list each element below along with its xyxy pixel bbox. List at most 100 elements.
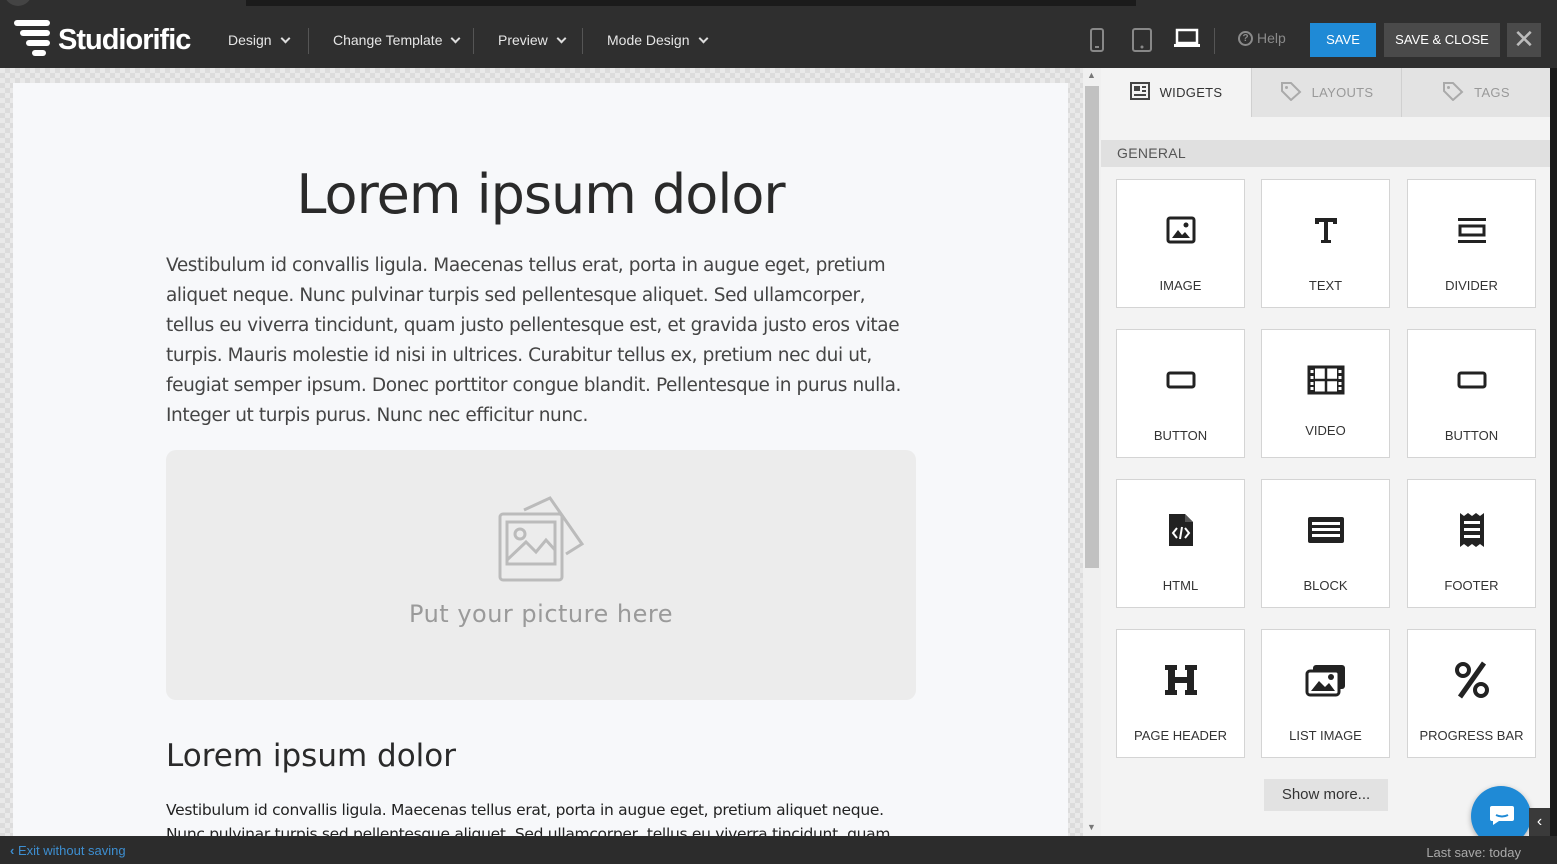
save-button[interactable]: SAVE: [1310, 23, 1376, 57]
widget-html[interactable]: HTML: [1116, 479, 1245, 608]
menu-mode-design-label: Mode Design: [607, 32, 690, 48]
widget-video[interactable]: VIDEO: [1261, 329, 1390, 458]
tab-tags[interactable]: TAGS: [1401, 68, 1550, 117]
window-corner: [4, 0, 32, 6]
help-link[interactable]: ? Help: [1238, 30, 1286, 46]
widget-block-label: BLOCK: [1303, 578, 1348, 593]
widget-divider[interactable]: DIVIDER: [1407, 179, 1536, 308]
widget-divider-label: DIVIDER: [1445, 278, 1498, 293]
images-icon: [1262, 658, 1389, 702]
chevron-down-icon: [451, 33, 461, 43]
exit-label: Exit without saving: [17, 843, 126, 858]
last-save-status: Last save: today: [1426, 845, 1521, 860]
chevron-down-icon: [698, 33, 708, 43]
menu-design[interactable]: Design: [228, 22, 291, 58]
group-heading-general: GENERAL: [1101, 140, 1550, 167]
tag-icon: [1442, 81, 1464, 104]
tab-layouts-label: LAYOUTS: [1311, 85, 1374, 100]
chevron-left-icon: ‹: [10, 843, 15, 858]
tab-widgets[interactable]: WIDGETS: [1101, 68, 1251, 117]
widget-button[interactable]: BUTTON: [1116, 329, 1245, 458]
close-icon: ✕: [1513, 24, 1535, 54]
logo[interactable]: Studiorific: [12, 18, 191, 62]
widget-image[interactable]: IMAGE: [1116, 179, 1245, 308]
divider-icon: [1408, 210, 1535, 250]
widget-text-label: TEXT: [1308, 278, 1343, 293]
status-bar: ‹ Exit without saving Last save: today: [0, 836, 1557, 864]
picture-placeholder[interactable]: Put your picture here: [166, 450, 916, 700]
scrollbar-thumb[interactable]: [1085, 86, 1099, 568]
chevron-left-icon: ‹: [1536, 813, 1543, 830]
menu-change-template-label: Change Template: [333, 32, 443, 48]
widget-button-label: BUTTON: [1153, 428, 1208, 443]
widget-block[interactable]: BLOCK: [1261, 479, 1390, 608]
show-more-button[interactable]: Show more...: [1264, 779, 1388, 811]
page-heading[interactable]: Lorem ipsum dolor: [13, 163, 1068, 226]
tag-icon: [1280, 81, 1302, 104]
help-label: Help: [1257, 30, 1286, 46]
collapse-panel-button[interactable]: ‹: [1529, 808, 1550, 836]
picture-icon: [498, 496, 585, 582]
widget-image-label: IMAGE: [1159, 278, 1202, 293]
heading-icon: [1117, 658, 1244, 702]
widget-progress-bar[interactable]: PROGRESS BAR: [1407, 629, 1536, 758]
percent-icon: [1408, 658, 1535, 702]
receipt-icon: [1408, 508, 1535, 552]
exit-without-saving-link[interactable]: ‹ Exit without saving: [10, 843, 126, 858]
widget-page-header-label: PAGE HEADER: [1134, 728, 1227, 743]
menu-mode-design[interactable]: Mode Design: [607, 22, 708, 58]
widget-html-label: HTML: [1162, 578, 1199, 593]
film-icon: [1262, 360, 1389, 400]
editor-canvas: Lorem ipsum dolor Vestibulum id convalli…: [0, 68, 1083, 836]
widget-button-2[interactable]: BUTTON: [1407, 329, 1536, 458]
chevron-down-icon: [556, 33, 567, 43]
button-icon: [1408, 360, 1535, 400]
scroll-down-icon[interactable]: ▼: [1087, 822, 1096, 832]
template-page[interactable]: Lorem ipsum dolor Vestibulum id convalli…: [13, 83, 1068, 836]
divider: [582, 28, 583, 54]
widget-text[interactable]: TEXT: [1261, 179, 1390, 308]
divider: [308, 28, 309, 54]
chevron-down-icon: [280, 33, 291, 43]
button-icon: [1117, 360, 1244, 400]
logo-text: Studiorific: [58, 23, 191, 56]
widget-list-image[interactable]: LIST IMAGE: [1261, 629, 1390, 758]
divider: [473, 28, 474, 54]
mobile-view-icon[interactable]: [1089, 28, 1105, 57]
menu-change-template[interactable]: Change Template: [333, 22, 461, 58]
widgets-icon: [1129, 82, 1150, 103]
divider: [1214, 28, 1215, 54]
help-circle-icon: ?: [1238, 30, 1253, 46]
canvas-scrollbar[interactable]: ▲ ▼: [1083, 68, 1101, 836]
tab-layouts[interactable]: LAYOUTS: [1251, 68, 1401, 117]
chat-bubble-icon: [1490, 806, 1514, 825]
widget-page-header[interactable]: PAGE HEADER: [1116, 629, 1245, 758]
panel-tabs: WIDGETS LAYOUTS TAGS: [1101, 68, 1550, 117]
menu-design-label: Design: [228, 32, 272, 48]
picture-placeholder-text: Put your picture here: [409, 600, 673, 628]
logo-stack-icon: [12, 18, 52, 62]
widget-button-2-label: BUTTON: [1444, 428, 1499, 443]
body-paragraph[interactable]: Vestibulum id convallis ligula. Maecenas…: [166, 251, 911, 431]
scroll-up-icon[interactable]: ▲: [1087, 70, 1096, 80]
menu-preview-label: Preview: [498, 32, 548, 48]
window-edge: [1550, 68, 1557, 836]
text-icon: [1262, 210, 1389, 250]
top-bar: Studiorific Design Change Template Previ…: [0, 0, 1557, 68]
widget-progress-bar-label: PROGRESS BAR: [1419, 728, 1524, 743]
body-paragraph-2[interactable]: Vestibulum id convallis ligula. Maecenas…: [166, 798, 906, 836]
save-close-button[interactable]: SAVE & CLOSE: [1384, 23, 1500, 57]
widget-footer[interactable]: FOOTER: [1407, 479, 1536, 608]
section-heading[interactable]: Lorem ipsum dolor: [166, 738, 456, 774]
code-file-icon: [1117, 508, 1244, 552]
tab-widgets-label: WIDGETS: [1159, 85, 1223, 100]
desktop-view-icon[interactable]: [1174, 28, 1200, 55]
block-icon: [1262, 510, 1389, 550]
tablet-view-icon[interactable]: [1131, 28, 1153, 57]
widget-footer-label: FOOTER: [1444, 578, 1499, 593]
widget-video-label: VIDEO: [1305, 423, 1346, 438]
menu-preview[interactable]: Preview: [498, 22, 567, 58]
tab-tags-label: TAGS: [1474, 85, 1510, 100]
browser-stripe: [246, 0, 1136, 6]
close-button[interactable]: ✕: [1507, 23, 1541, 57]
